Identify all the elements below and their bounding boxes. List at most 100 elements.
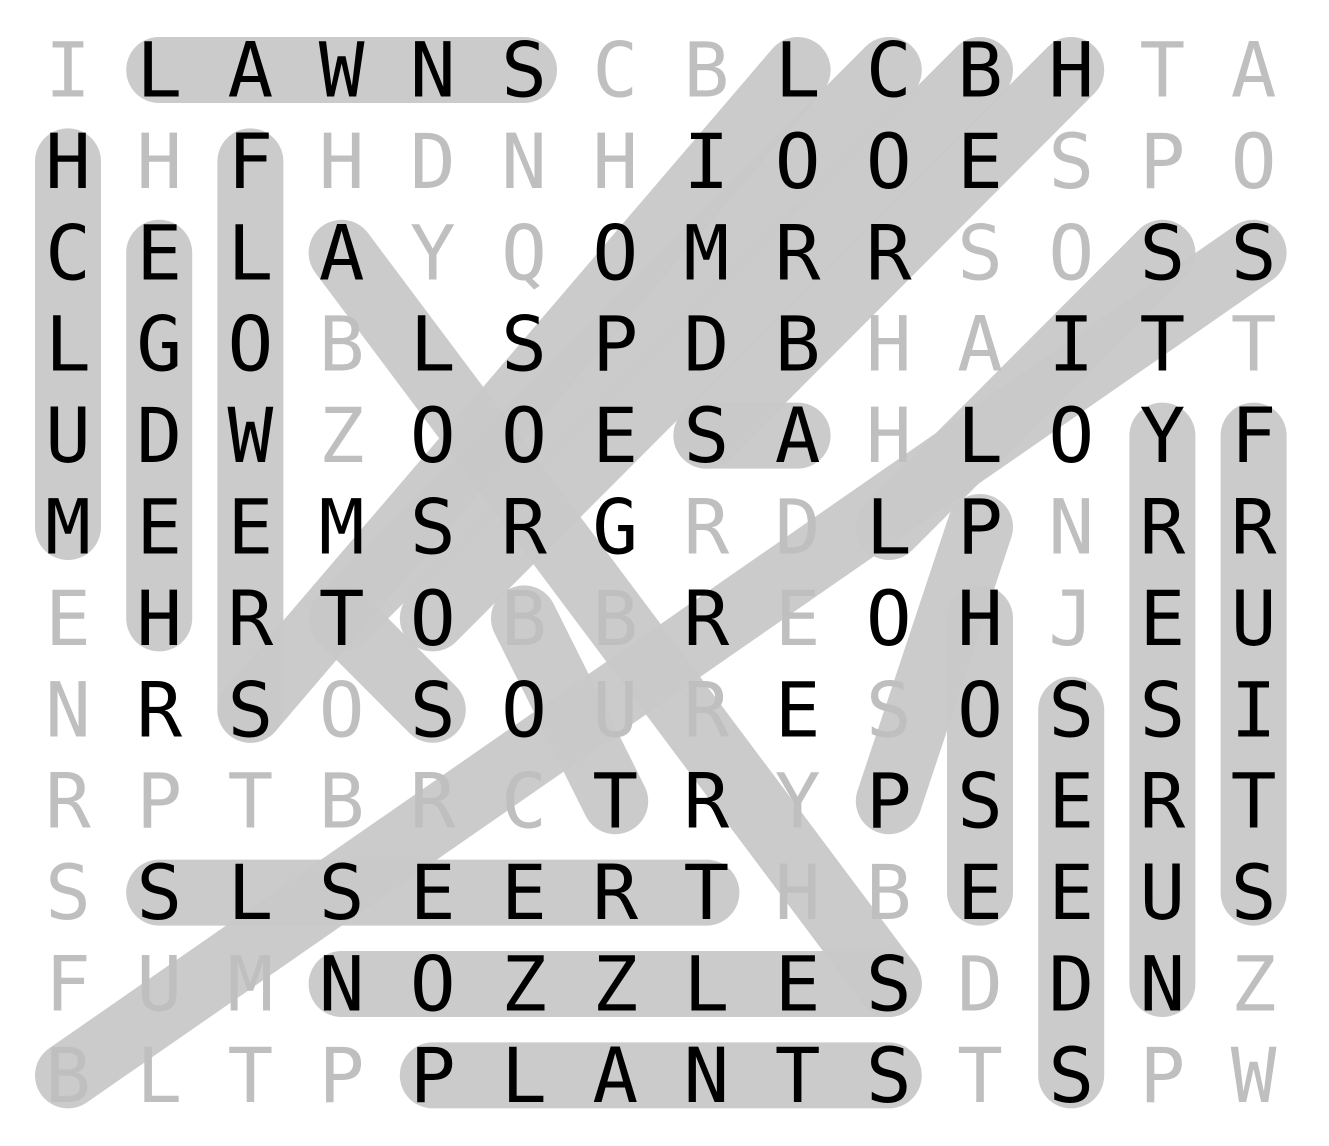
grid-cell[interactable]: B <box>592 574 638 663</box>
grid-cell[interactable]: P <box>957 483 1003 572</box>
grid-cell[interactable]: L <box>775 26 821 115</box>
grid-cell[interactable]: T <box>1231 300 1277 389</box>
grid-cell[interactable]: U <box>45 391 91 480</box>
grid-cell[interactable]: E <box>592 391 638 480</box>
grid-cell[interactable]: P <box>410 1031 456 1120</box>
grid-cell[interactable]: P <box>136 757 182 846</box>
grid-cell[interactable]: D <box>1048 940 1094 1029</box>
grid-cell[interactable]: U <box>1140 848 1186 937</box>
grid-cell[interactable]: B <box>866 848 912 937</box>
grid-cell[interactable]: S <box>1231 848 1277 937</box>
grid-cell[interactable]: N <box>410 26 456 115</box>
grid-cell[interactable]: B <box>957 26 1003 115</box>
grid-cell[interactable]: S <box>1048 665 1094 754</box>
grid-cell[interactable]: S <box>684 391 730 480</box>
grid-cell[interactable]: D <box>410 117 456 206</box>
grid-cell[interactable]: S <box>866 1031 912 1120</box>
grid-cell[interactable]: B <box>684 26 730 115</box>
grid-cell[interactable]: O <box>775 117 821 206</box>
grid-cell[interactable]: R <box>410 757 456 846</box>
grid-cell[interactable]: T <box>228 757 274 846</box>
grid-cell[interactable]: S <box>957 757 1003 846</box>
grid-cell[interactable]: H <box>957 574 1003 663</box>
grid-cell[interactable]: T <box>228 1031 274 1120</box>
grid-cell[interactable]: D <box>684 300 730 389</box>
grid-cell[interactable]: E <box>410 848 456 937</box>
grid-cell[interactable]: W <box>228 391 274 480</box>
grid-cell[interactable]: O <box>1048 391 1094 480</box>
grid-cell[interactable]: L <box>228 848 274 937</box>
grid-cell[interactable]: A <box>228 26 274 115</box>
grid-cell[interactable]: Y <box>410 208 456 297</box>
grid-cell[interactable]: L <box>228 208 274 297</box>
grid-cell[interactable]: I <box>684 117 730 206</box>
grid-cell[interactable]: O <box>501 665 547 754</box>
grid-cell[interactable]: F <box>1231 391 1277 480</box>
grid-cell[interactable]: F <box>228 117 274 206</box>
grid-cell[interactable]: P <box>866 757 912 846</box>
grid-cell[interactable]: E <box>1140 574 1186 663</box>
grid-cell[interactable]: R <box>684 757 730 846</box>
grid-cell[interactable]: B <box>45 1031 91 1120</box>
grid-cell[interactable]: O <box>866 574 912 663</box>
grid-cell[interactable]: R <box>1231 483 1277 572</box>
grid-cell[interactable]: R <box>1140 757 1186 846</box>
grid-cell[interactable]: J <box>1048 574 1094 663</box>
grid-cell[interactable]: S <box>866 940 912 1029</box>
grid-cell[interactable]: T <box>957 1031 1003 1120</box>
grid-cell[interactable]: P <box>1140 117 1186 206</box>
grid-cell[interactable]: M <box>684 208 730 297</box>
grid-cell[interactable]: H <box>866 300 912 389</box>
grid-cell[interactable]: R <box>45 757 91 846</box>
grid-cell[interactable]: A <box>957 300 1003 389</box>
grid-cell[interactable]: O <box>410 940 456 1029</box>
grid-cell[interactable]: S <box>1140 665 1186 754</box>
grid-cell[interactable]: H <box>775 848 821 937</box>
grid-cell[interactable]: T <box>684 848 730 937</box>
grid-cell[interactable]: W <box>319 26 365 115</box>
grid-cell[interactable]: E <box>1048 848 1094 937</box>
grid-cell[interactable]: R <box>866 208 912 297</box>
grid-cell[interactable]: U <box>1231 574 1277 663</box>
grid-cell[interactable]: Y <box>775 757 821 846</box>
grid-cell[interactable]: Q <box>501 208 547 297</box>
grid-cell[interactable]: T <box>1140 26 1186 115</box>
grid-cell[interactable]: O <box>957 665 1003 754</box>
grid-cell[interactable]: T <box>592 757 638 846</box>
grid-cell[interactable]: E <box>136 483 182 572</box>
grid-cell[interactable]: O <box>319 665 365 754</box>
grid-cell[interactable]: L <box>501 1031 547 1120</box>
grid-cell[interactable]: O <box>1048 208 1094 297</box>
grid-cell[interactable]: T <box>1231 757 1277 846</box>
grid-cell[interactable]: M <box>319 483 365 572</box>
grid-cell[interactable]: N <box>1048 483 1094 572</box>
grid-cell[interactable]: T <box>319 574 365 663</box>
grid-cell[interactable]: I <box>45 26 91 115</box>
grid-cell[interactable]: Z <box>592 940 638 1029</box>
grid-cell[interactable]: E <box>228 483 274 572</box>
grid-cell[interactable]: N <box>45 665 91 754</box>
grid-cell[interactable]: U <box>136 940 182 1029</box>
grid-cell[interactable]: E <box>45 574 91 663</box>
grid-cell[interactable]: R <box>1140 483 1186 572</box>
grid-cell[interactable]: Z <box>501 940 547 1029</box>
grid-cell[interactable]: R <box>684 665 730 754</box>
grid-cell[interactable]: S <box>957 208 1003 297</box>
grid-cell[interactable]: O <box>501 391 547 480</box>
grid-cell[interactable]: S <box>1048 1031 1094 1120</box>
grid-cell[interactable]: S <box>866 665 912 754</box>
grid-cell[interactable]: H <box>1048 26 1094 115</box>
grid-cell[interactable]: R <box>684 574 730 663</box>
grid-cell[interactable]: R <box>501 483 547 572</box>
grid-cell[interactable]: R <box>592 848 638 937</box>
grid-cell[interactable]: H <box>319 117 365 206</box>
grid-cell[interactable]: C <box>45 208 91 297</box>
grid-cell[interactable]: I <box>1048 300 1094 389</box>
grid-cell[interactable]: L <box>957 391 1003 480</box>
grid-cell[interactable]: O <box>410 391 456 480</box>
grid-cell[interactable]: L <box>45 300 91 389</box>
grid-cell[interactable]: D <box>775 483 821 572</box>
grid-cell[interactable]: H <box>866 391 912 480</box>
grid-cell[interactable]: B <box>319 757 365 846</box>
grid-cell[interactable]: T <box>775 1031 821 1120</box>
